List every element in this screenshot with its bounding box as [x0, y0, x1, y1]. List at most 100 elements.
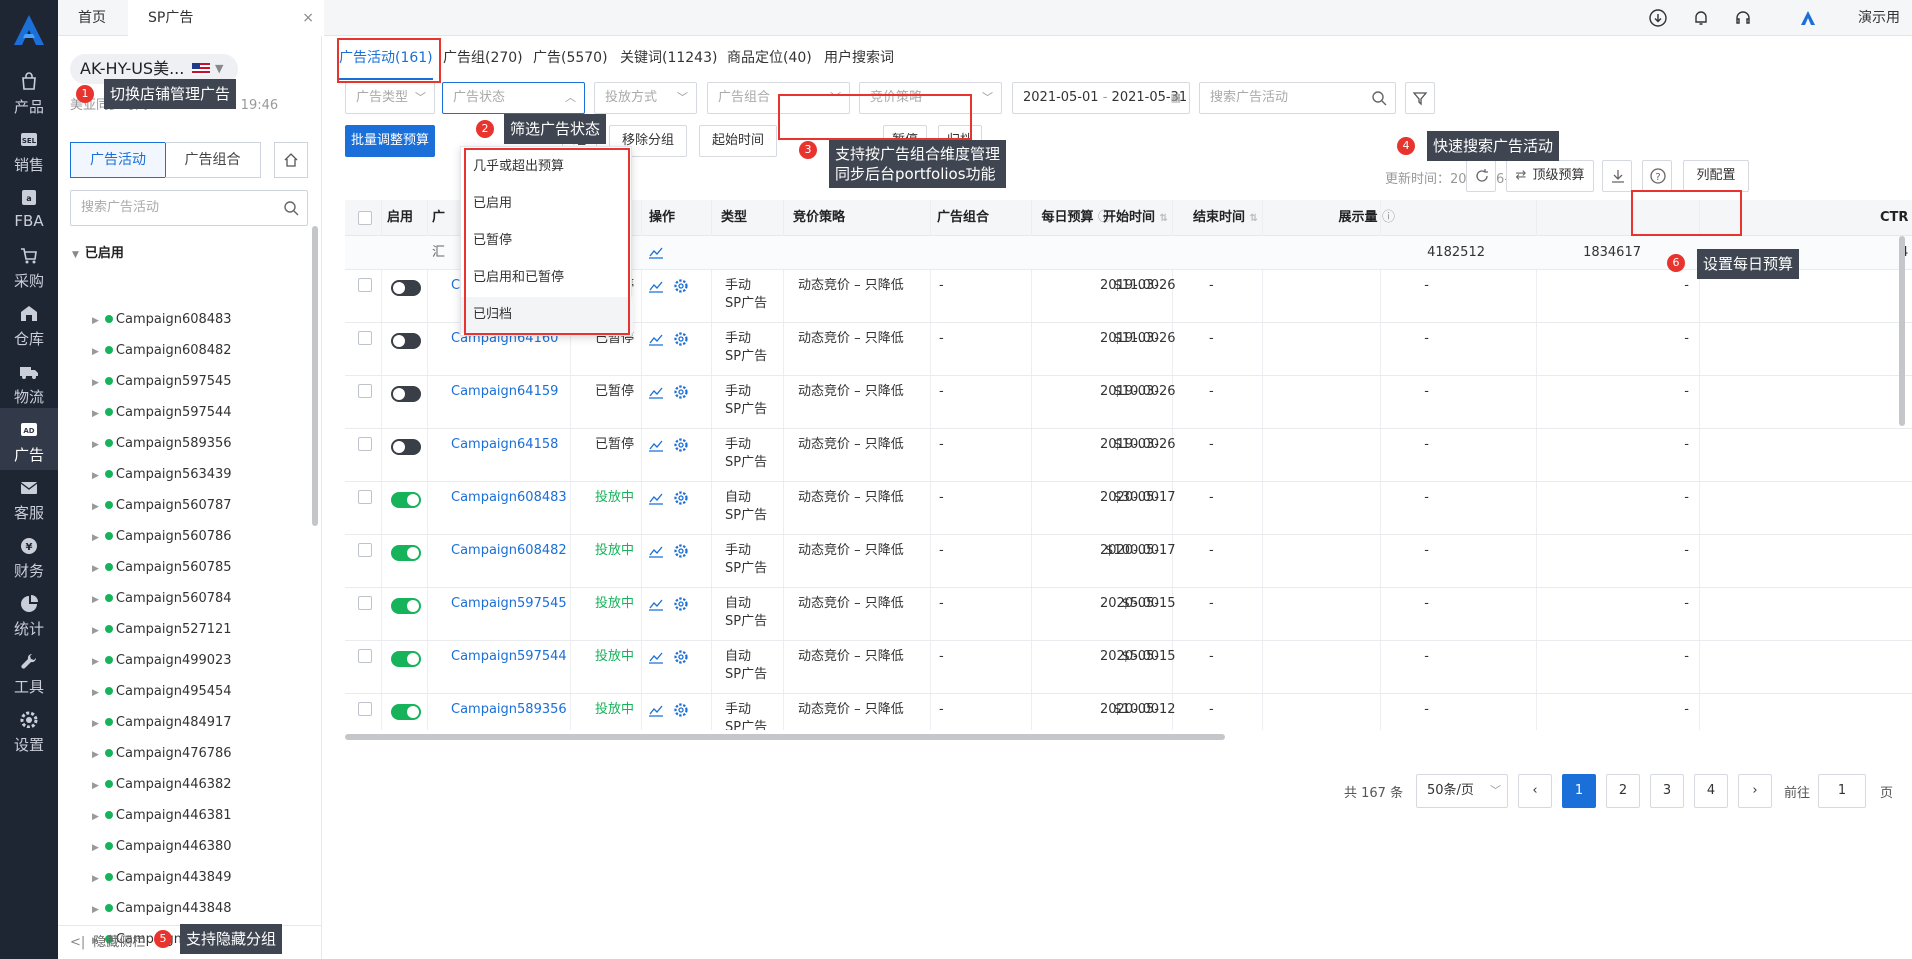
per-page-select[interactable]: 50条/页 ﹀: [1416, 774, 1508, 808]
gear-icon[interactable]: [673, 596, 689, 612]
filter-delivery[interactable]: 投放方式 ﹀: [594, 82, 697, 114]
main-tab-0[interactable]: 广告活动(161): [339, 36, 433, 80]
search-icon[interactable]: [1371, 90, 1387, 106]
row-checkbox[interactable]: [358, 437, 372, 451]
export-button[interactable]: [1602, 160, 1632, 192]
table-row[interactable]: Campaign608483 投放中 自动 SP广告 动态竞价 – 只降低 - $30.00…: [345, 482, 1912, 535]
select-all-checkbox[interactable]: [358, 211, 372, 225]
tree-item[interactable]: ▶ Campaign589356: [92, 434, 232, 454]
nav-item-5[interactable]: 物流: [0, 350, 58, 412]
download-icon[interactable]: [1649, 9, 1667, 27]
nav-item-6[interactable]: AD 广告: [0, 408, 58, 470]
main-tab-1[interactable]: 广告组(270): [443, 36, 523, 80]
tree-item[interactable]: ▶ Campaign597544: [92, 403, 232, 423]
chart-icon[interactable]: [648, 491, 664, 505]
tree-item[interactable]: ▶ Campaign608483: [92, 310, 232, 330]
table-row[interactable]: Campaign597544 投放中 自动 SP广告 动态竞价 – 只降低 - $5.00 2…: [345, 641, 1912, 694]
tree-item[interactable]: ▶ Campaign484917: [92, 713, 232, 733]
gear-icon[interactable]: [673, 649, 689, 665]
enable-toggle[interactable]: [391, 439, 421, 455]
nav-item-0[interactable]: 产品: [0, 60, 58, 122]
tree-item[interactable]: ▶ Campaign563439: [92, 465, 232, 485]
cell-name[interactable]: Campaign64158: [451, 436, 558, 454]
filter-portfolio[interactable]: 广告组合 ﹀: [707, 82, 850, 114]
status-option[interactable]: 已启用和已暂停: [461, 260, 633, 296]
row-checkbox[interactable]: [358, 596, 372, 610]
enable-toggle[interactable]: [391, 386, 421, 402]
status-option[interactable]: 已暂停: [461, 223, 633, 259]
batch-budget-button[interactable]: 批量调整预算: [345, 125, 435, 157]
column-config-button[interactable]: 列配置: [1683, 160, 1749, 192]
top-budget-button[interactable]: ⇄ 顶级预算: [1506, 160, 1594, 192]
status-option[interactable]: 已归档: [461, 297, 633, 333]
page-button[interactable]: 4: [1694, 774, 1728, 808]
filter-ad-type[interactable]: 广告类型 ﹀: [345, 82, 435, 114]
chart-icon[interactable]: [648, 544, 664, 558]
main-tab-4[interactable]: 商品定位(40): [727, 36, 812, 80]
tree-item[interactable]: ▶ Campaign446382: [92, 775, 232, 795]
help-button[interactable]: ?: [1642, 160, 1672, 192]
col-end[interactable]: 结束时间 ⇅: [1193, 200, 1283, 236]
gear-icon[interactable]: [673, 437, 689, 453]
nav-item-10[interactable]: 工具: [0, 640, 58, 702]
gear-icon[interactable]: [673, 490, 689, 506]
row-checkbox[interactable]: [358, 278, 372, 292]
cell-name[interactable]: Campaign608483: [451, 489, 567, 507]
filter-ad-status[interactable]: 广告状态 ︿: [442, 82, 585, 114]
tree-item[interactable]: ▶ Campaign597545: [92, 372, 232, 392]
tree-item[interactable]: ▶ Campaign476786: [92, 744, 232, 764]
goto-page-input[interactable]: 1: [1818, 774, 1866, 808]
sidebar-search-input[interactable]: 搜索广告活动: [70, 190, 308, 226]
tab-home[interactable]: 首页: [58, 0, 128, 36]
tree-item[interactable]: ▶ Campaign443848: [92, 899, 232, 919]
tree-item[interactable]: ▶ Campaign560785: [92, 558, 232, 578]
main-tab-5[interactable]: 用户搜索词: [824, 36, 894, 80]
filter-bidding[interactable]: 竞价策略 ﹀: [859, 82, 1002, 114]
gear-icon[interactable]: [673, 278, 689, 294]
page-button[interactable]: 3: [1650, 774, 1684, 808]
cell-name[interactable]: Campaign597544: [451, 648, 567, 666]
tree-item[interactable]: ▶ Campaign527121: [92, 620, 232, 640]
main-tab-2[interactable]: 广告(5570): [533, 36, 608, 80]
page-v-scrollbar[interactable]: [1899, 236, 1905, 426]
cell-name[interactable]: Campaign608482: [451, 542, 567, 560]
tree-item[interactable]: ▶ Campaign608482: [92, 341, 232, 361]
tree-item[interactable]: ▶ Campaign446381: [92, 806, 232, 826]
chart-icon[interactable]: [648, 703, 664, 717]
headset-icon[interactable]: [1734, 9, 1752, 27]
campaign-search-input[interactable]: 搜索广告活动: [1199, 82, 1396, 114]
enable-toggle[interactable]: [391, 280, 421, 296]
table-row[interactable]: Campaign597545 投放中 自动 SP广告 动态竞价 – 只降低 - $5.00 2…: [345, 588, 1912, 641]
chart-icon[interactable]: [648, 245, 664, 259]
table-row[interactable]: Campaign589356 投放中 手动 SP广告 动态竞价 – 只降低 - $10.00…: [345, 694, 1912, 730]
tab-sp-ads[interactable]: SP广告 ×: [128, 0, 324, 36]
chart-icon[interactable]: [648, 385, 664, 399]
row-checkbox[interactable]: [358, 649, 372, 663]
chart-icon[interactable]: [648, 279, 664, 293]
chart-icon[interactable]: [648, 438, 664, 452]
nav-item-1[interactable]: SEL 销售: [0, 118, 58, 180]
page-button[interactable]: 2: [1606, 774, 1640, 808]
home-button[interactable]: [274, 142, 308, 178]
tree-item[interactable]: ▶ Campaign446380: [92, 837, 232, 857]
seg-portfolios[interactable]: 广告组合: [165, 142, 261, 178]
chart-icon[interactable]: [648, 332, 664, 346]
nav-item-2[interactable]: a FBA: [0, 176, 58, 238]
table-row[interactable]: Campaign608482 投放中 手动 SP广告 动态竞价 – 只降低 - $100.0…: [345, 535, 1912, 588]
next-page-button[interactable]: ›: [1738, 774, 1772, 808]
tree-item[interactable]: ▶ Campaign560784: [92, 589, 232, 609]
seg-campaigns[interactable]: 广告活动: [70, 142, 166, 178]
nav-item-11[interactable]: 设置: [0, 698, 58, 760]
advanced-filter-button[interactable]: [1405, 82, 1435, 114]
nav-item-7[interactable]: 客服: [0, 466, 58, 528]
row-checkbox[interactable]: [358, 702, 372, 716]
enable-toggle[interactable]: [391, 492, 421, 508]
close-icon[interactable]: ×: [302, 0, 314, 36]
date-range-picker[interactable]: 2021-05-01 - 2021-05-31 ▦: [1012, 82, 1190, 114]
tree-item[interactable]: ▶ Campaign560786: [92, 527, 232, 547]
col-impr[interactable]: 展示量 ⓘ: [1305, 200, 1395, 236]
chart-icon[interactable]: [648, 597, 664, 611]
tree-item[interactable]: ▶ Campaign560787: [92, 496, 232, 516]
row-checkbox[interactable]: [358, 384, 372, 398]
col-start[interactable]: 开始时间 ⇅: [1103, 200, 1193, 236]
